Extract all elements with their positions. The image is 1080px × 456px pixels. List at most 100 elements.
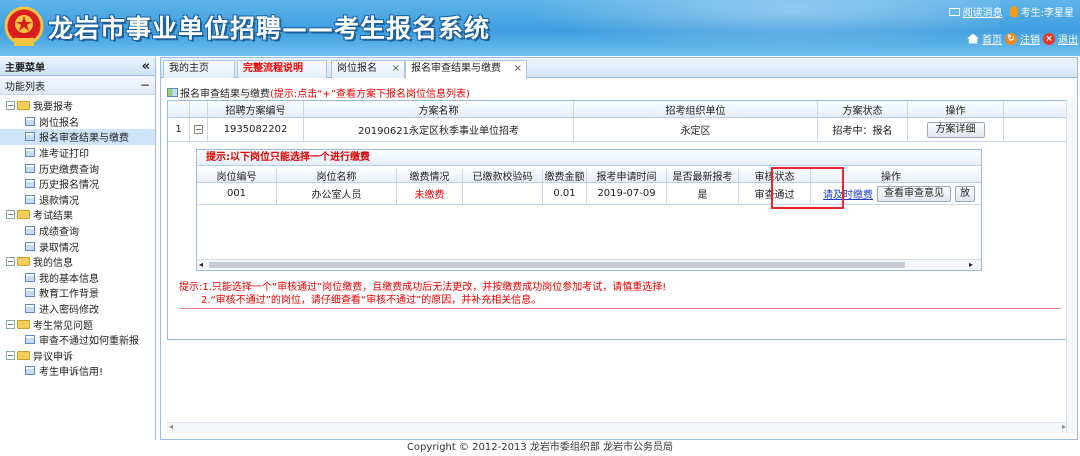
tree-item[interactable]: 准考证打印 [0, 145, 155, 161]
panel-title: 报名审查结果与缴费 (提示:点击“+”查看方案下报名岗位信息列表) [167, 85, 470, 100]
logout-link[interactable]: 注销 [1020, 31, 1040, 46]
function-tree: − 我要报考 岗位报名 报名审查结果与缴费 准考证打印 历史缴费查询 历史报名情… [0, 95, 155, 379]
tree-item[interactable]: 考生申诉信用! [0, 363, 155, 379]
horizontal-scrollbar[interactable]: ◂ ▸ [167, 422, 1070, 433]
folder-icon [17, 210, 30, 220]
page-icon [25, 304, 35, 314]
tree-item-selected[interactable]: 报名审查结果与缴费 [0, 129, 155, 145]
tree-item[interactable]: 进入密码修改 [0, 301, 155, 317]
candidate-label: 考生:李星星 [1020, 8, 1074, 19]
tree-item[interactable]: 我的基本信息 [0, 270, 155, 286]
tree-group-label: 我要报考 [33, 102, 73, 114]
view-review-button[interactable]: 查看审查意见 [877, 185, 951, 202]
collapse-row-icon[interactable]: − [194, 125, 203, 134]
tree-toggle-icon[interactable]: − [6, 210, 15, 220]
vertical-scrollbar[interactable] [1066, 100, 1076, 434]
exit-link[interactable]: 退出 [1058, 31, 1078, 46]
column-header: 操作 [908, 101, 1004, 117]
plan-grid-header: 招聘方案编号 方案名称 招考组织单位 方案状态 操作 [168, 101, 1069, 118]
tree-toggle-icon[interactable]: − [6, 319, 15, 329]
table-row[interactable]: 1 − 1935082202 20190621永定区秋季事业单位招考 永定区 招… [168, 118, 1069, 142]
plan-detail-button[interactable]: 方案详细 [926, 121, 985, 138]
column-header: 报考申请时间 [587, 169, 667, 182]
scroll-left-icon[interactable]: ◂ [199, 260, 203, 269]
page-icon [25, 163, 35, 173]
page-icon [25, 335, 35, 345]
tree-item[interactable]: 历史报名情况 [0, 176, 155, 192]
verify-code [463, 183, 543, 204]
divider [179, 308, 1061, 309]
tree-item[interactable]: 退款情况 [0, 192, 155, 208]
tree-group-label: 我的信息 [33, 258, 73, 270]
tree-item[interactable]: 审查不通过如何重新报 [0, 332, 155, 348]
tab-label: 报名审查结果与缴费 [411, 63, 501, 74]
system-title: 龙岩市事业单位招聘——考生报名系统 [48, 14, 491, 43]
tree-toggle-icon[interactable]: − [6, 350, 15, 360]
tab-home[interactable]: 我的主页 [163, 60, 235, 78]
tree-item[interactable]: 教育工作背景 [0, 285, 155, 301]
tab-bar: 我的主页 完整流程说明 岗位报名 × 报名审查结果与缴费 × [161, 58, 1077, 79]
horizontal-scrollbar[interactable]: ◂ ▸ [197, 259, 981, 270]
exit-icon: × [1043, 32, 1055, 45]
subgrid-title: 提示:以下岗位只能选择一个进行缴费 [197, 150, 981, 166]
panel-title-text: 报名审查结果与缴费 [180, 89, 270, 100]
tree-toggle-icon[interactable]: − [6, 257, 15, 267]
scrollbar-thumb[interactable] [209, 262, 905, 268]
tree-group[interactable]: − 考生常见问题 [0, 316, 155, 332]
tree-group-label: 考试结果 [33, 211, 73, 223]
rownum-header [168, 101, 190, 117]
apply-time: 2019-07-09 [587, 183, 667, 204]
tree-item-label: 考生申诉信用! [39, 367, 104, 379]
tree-group[interactable]: − 异议申诉 [0, 348, 155, 364]
tree-item-label: 审查不通过如何重新报 [39, 336, 139, 348]
folder-icon [17, 257, 30, 267]
tree-item-label: 录取情况 [39, 242, 79, 254]
tree-item[interactable]: 历史缴费查询 [0, 160, 155, 176]
tree-item-label: 教育工作背景 [39, 289, 99, 301]
page-icon [25, 179, 35, 189]
grid-icon [167, 88, 178, 97]
tree-item[interactable]: 成绩查询 [0, 223, 155, 239]
close-icon[interactable]: × [514, 61, 522, 77]
plan-code: 1935082202 [208, 118, 304, 141]
scroll-left-icon[interactable]: ◂ [169, 422, 173, 431]
tree-toggle-icon[interactable]: − [6, 101, 15, 111]
notes: 提示:1.只能选择一个“审核通过”岗位缴费，且缴费成功后无法更改，并按缴费成功岗… [179, 281, 666, 307]
post-subgrid: 提示:以下岗位只能选择一个进行缴费 岗位编号 岗位名称 缴费情况 已缴款校验码 … [196, 149, 982, 271]
page-icon [25, 226, 35, 236]
tab-review-payment[interactable]: 报名审查结果与缴费 × [405, 60, 527, 79]
tree-group-label: 考生常见问题 [33, 320, 93, 332]
tree-group[interactable]: − 考试结果 [0, 207, 155, 223]
tree-group[interactable]: − 我的信息 [0, 254, 155, 270]
collapse-list-icon[interactable]: − [140, 78, 150, 92]
tab-post-signup[interactable]: 岗位报名 × [331, 60, 405, 78]
folder-icon [17, 350, 30, 360]
column-header: 缴费情况 [397, 169, 463, 182]
plan-org: 永定区 [574, 118, 818, 141]
page-icon [25, 116, 35, 126]
table-row[interactable]: 001 办公室人员 未缴费 0.01 2019-07-09 是 审查通过 请及时… [197, 183, 981, 205]
folder-icon [17, 319, 30, 329]
is-latest: 是 [667, 183, 739, 204]
home-link[interactable]: 首页 [982, 31, 1002, 46]
tree-group[interactable]: − 我要报考 [0, 98, 155, 114]
national-emblem-icon [4, 6, 44, 46]
page-icon [25, 132, 35, 142]
close-icon[interactable]: × [392, 61, 400, 77]
tree-item[interactable]: 岗位报名 [0, 114, 155, 130]
user-icon [1009, 6, 1018, 17]
pay-amount: 0.01 [543, 183, 587, 204]
tree-item-label: 我的基本信息 [39, 273, 99, 285]
read-message-link[interactable]: 阅读消息 [963, 4, 1003, 19]
more-button[interactable]: 放 [955, 185, 975, 202]
tab-process[interactable]: 完整流程说明 [237, 60, 327, 78]
note-line-1: 提示:1.只能选择一个“审核通过”岗位缴费，且缴费成功后无法更改，并按缴费成功岗… [179, 282, 667, 293]
tree-group-label: 异议申诉 [33, 351, 73, 363]
column-header: 招聘方案编号 [208, 101, 304, 117]
pay-status: 未缴费 [397, 183, 463, 204]
page-icon [25, 194, 35, 204]
column-header: 缴费金额 [543, 169, 587, 182]
collapse-sidebar-icon[interactable]: « [142, 59, 150, 74]
scroll-right-icon[interactable]: ▸ [969, 260, 973, 269]
tree-item[interactable]: 录取情况 [0, 238, 155, 254]
